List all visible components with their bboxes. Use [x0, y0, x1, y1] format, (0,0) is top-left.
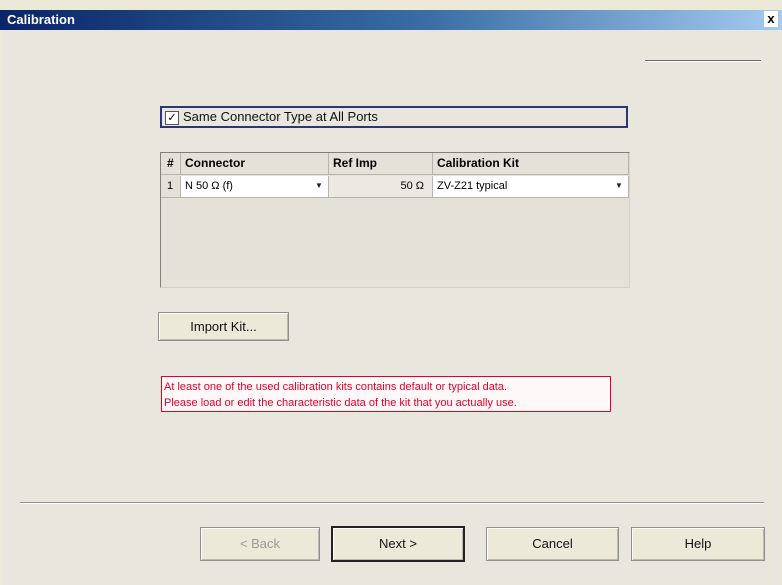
help-button[interactable]: Help: [631, 527, 765, 561]
typical-data-warning: At least one of the used calibration kit…: [161, 376, 611, 412]
same-connector-checkbox[interactable]: ✓: [165, 111, 179, 125]
kit-dropdown-icon[interactable]: ▼: [612, 178, 626, 194]
next-button[interactable]: Next >: [331, 526, 465, 562]
connector-select[interactable]: N 50 Ω (f) ▼: [181, 176, 329, 198]
col-header-ref-imp: Ref Imp: [329, 153, 433, 175]
close-icon[interactable]: x: [764, 11, 778, 27]
col-header-calibration-kit: Calibration Kit: [433, 153, 629, 175]
import-kit-button[interactable]: Import Kit...: [158, 312, 289, 341]
col-header-index: #: [161, 153, 181, 175]
same-connector-option[interactable]: ✓ Same Connector Type at All Ports: [160, 106, 628, 128]
top-divider: [645, 60, 761, 62]
same-connector-label: Same Connector Type at All Ports: [183, 109, 378, 124]
warning-line-1: At least one of the used calibration kit…: [164, 381, 508, 393]
connector-grid: # Connector Ref Imp Calibration Kit 1 N …: [160, 152, 630, 288]
connector-value: N 50 Ω (f): [185, 180, 233, 192]
calibration-dialog: Calibration x ✓ Same Connector Type at A…: [0, 0, 782, 585]
calibration-kit-value: ZV-Z21 typical: [437, 180, 508, 192]
ref-imp-value: 50 Ω: [329, 176, 433, 198]
title-bar: Calibration x: [0, 10, 782, 30]
calibration-kit-select[interactable]: ZV-Z21 typical ▼: [433, 176, 629, 198]
footer-divider: [20, 502, 764, 504]
back-button[interactable]: < Back: [200, 527, 320, 561]
row-index: 1: [161, 176, 181, 198]
window-title: Calibration: [7, 12, 75, 27]
cancel-button[interactable]: Cancel: [486, 527, 619, 561]
warning-line-2: Please load or edit the characteristic d…: [164, 397, 517, 409]
connector-dropdown-icon[interactable]: ▼: [312, 178, 326, 194]
col-header-connector: Connector: [181, 153, 329, 175]
